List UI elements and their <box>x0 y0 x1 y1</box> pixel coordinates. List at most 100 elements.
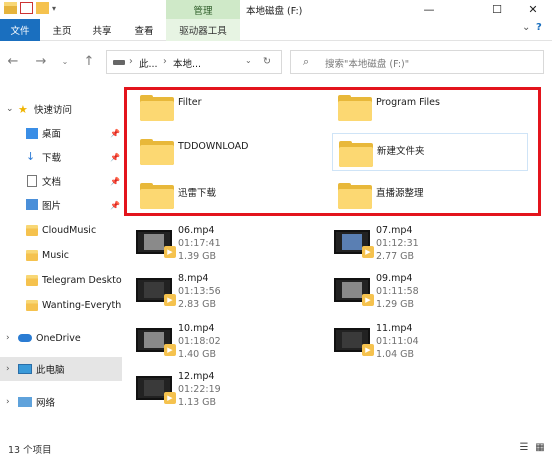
tab-view[interactable]: 查看 <box>126 19 162 41</box>
play-icon: ▶ <box>362 246 374 258</box>
star-icon: ★ <box>18 102 28 116</box>
pin-icon[interactable]: 📌 <box>110 153 120 162</box>
video-file-item[interactable]: ▶ 8.mp4 01:13:56 2.83 GB <box>136 270 336 316</box>
help-icon[interactable]: ? <box>536 22 542 33</box>
play-icon: ▶ <box>362 344 374 356</box>
folder-icon <box>26 275 38 286</box>
title-bar: ▾ 管理 本地磁盘 (F:) — ☐ ✕ <box>0 0 552 19</box>
breadcrumb-local-disk[interactable]: 本地... <box>173 56 201 70</box>
address-row: ← → ⌄ ↑ › 此... › 本地... ⌄ ↻ ⌕ 搜索"本地磁盘 (F:… <box>0 42 552 82</box>
tab-share[interactable]: 共享 <box>84 19 120 41</box>
forward-arrow-icon[interactable]: → <box>32 52 50 70</box>
video-thumbnail: ▶ <box>136 278 176 306</box>
nav-this-pc[interactable]: › 此电脑 <box>0 357 122 381</box>
back-arrow-icon[interactable]: ← <box>4 52 22 70</box>
video-thumbnail: ▶ <box>136 328 176 356</box>
pin-icon[interactable]: 📌 <box>110 201 120 210</box>
chevron-right-icon[interactable]: › <box>6 364 10 374</box>
folder-icon <box>140 139 174 165</box>
folder-item[interactable]: TDDOWNLOAD <box>134 133 324 167</box>
nav-documents[interactable]: 文档 📌 <box>0 169 122 193</box>
folder-icon <box>140 95 174 121</box>
ribbon-tabs: 文件 主页 共享 查看 驱动器工具 ⌄ ? <box>0 19 552 41</box>
folder-icon <box>140 183 174 209</box>
quick-access-toolbar: ▾ <box>4 2 56 14</box>
minimize-button[interactable]: — <box>412 0 446 19</box>
chevron-right-icon[interactable]: › <box>6 397 10 407</box>
nav-onedrive[interactable]: › OneDrive <box>0 326 122 350</box>
folder-item[interactable]: 直播源整理 <box>332 177 528 211</box>
new-folder-icon[interactable] <box>36 2 49 14</box>
nav-telegram[interactable]: Telegram Deskto <box>0 268 122 292</box>
nav-pictures[interactable]: 图片 📌 <box>0 193 122 217</box>
nav-network[interactable]: › 网络 <box>0 390 122 414</box>
play-icon: ▶ <box>164 392 176 404</box>
video-file-item[interactable]: ▶ 11.mp4 01:11:04 1.04 GB <box>334 320 534 366</box>
tab-drive-tools[interactable]: 驱动器工具 <box>166 19 240 41</box>
nav-downloads[interactable]: ↓ 下载 📌 <box>0 145 122 169</box>
chevron-right-icon[interactable]: › <box>6 333 10 343</box>
folder-icon[interactable] <box>4 2 17 14</box>
nav-desktop[interactable]: 桌面 📌 <box>0 121 122 145</box>
folder-item-selected[interactable]: 新建文件夹 <box>332 133 528 171</box>
nav-wanting-everything[interactable]: Wanting-Everythi <box>0 293 122 317</box>
folder-item[interactable]: Program Files <box>332 89 528 123</box>
item-count: 13 个项目 <box>8 445 52 456</box>
nav-cloudmusic[interactable]: CloudMusic <box>0 218 122 242</box>
pictures-icon <box>26 199 38 210</box>
window-title: 本地磁盘 (F:) <box>246 6 303 17</box>
expand-ribbon-icon[interactable]: ⌄ <box>522 22 530 33</box>
status-bar: 13 个项目 ☰ ▦ <box>0 438 552 456</box>
chevron-down-icon[interactable]: ⌄ <box>6 104 14 114</box>
network-icon <box>18 397 32 407</box>
properties-icon[interactable] <box>20 2 33 14</box>
address-dropdown-icon[interactable]: ⌄ <box>245 56 252 65</box>
navigation-pane: ⌄ ★ 快速访问 桌面 📌 ↓ 下载 📌 文档 📌 图片 📌 CloudMusi… <box>0 90 122 438</box>
document-icon <box>27 175 37 187</box>
search-placeholder: 搜索"本地磁盘 (F:)" <box>325 59 410 70</box>
close-button[interactable]: ✕ <box>516 0 550 19</box>
desktop-icon <box>26 128 38 139</box>
play-icon: ▶ <box>164 246 176 258</box>
tab-file[interactable]: 文件 <box>0 19 40 41</box>
video-file-item[interactable]: ▶ 07.mp4 01:12:31 2.77 GB <box>334 222 534 268</box>
breadcrumb-this-pc[interactable]: 此... <box>139 56 158 70</box>
video-file-item[interactable]: ▶ 09.mp4 01:11:58 1.29 GB <box>334 270 534 316</box>
video-thumbnail: ▶ <box>334 278 374 306</box>
folder-icon <box>339 141 373 167</box>
folder-icon <box>26 225 38 236</box>
video-file-item[interactable]: ▶ 06.mp4 01:17:41 1.39 GB <box>136 222 336 268</box>
computer-icon <box>18 364 32 374</box>
video-file-item[interactable]: ▶ 12.mp4 01:22:19 1.13 GB <box>136 368 336 414</box>
details-view-icon[interactable]: ☰ <box>518 441 530 453</box>
refresh-icon[interactable]: ↻ <box>263 56 271 67</box>
folder-icon <box>338 95 372 121</box>
manage-group-label[interactable]: 管理 <box>166 0 240 19</box>
nav-quick-access[interactable]: ⌄ ★ 快速访问 <box>0 97 122 121</box>
folder-icon <box>26 300 38 311</box>
search-input[interactable]: ⌕ 搜索"本地磁盘 (F:)" <box>290 50 544 74</box>
large-icons-view-icon[interactable]: ▦ <box>534 441 546 453</box>
qat-dropdown-icon[interactable]: ▾ <box>52 4 56 13</box>
pin-icon[interactable]: 📌 <box>110 129 120 138</box>
play-icon: ▶ <box>362 294 374 306</box>
up-arrow-icon[interactable]: ↑ <box>80 52 98 70</box>
video-file-item[interactable]: ▶ 10.mp4 01:18:02 1.40 GB <box>136 320 336 366</box>
folder-item[interactable]: 迅雷下载 <box>134 177 324 211</box>
recent-locations-icon[interactable]: ⌄ <box>56 52 74 70</box>
drive-icon <box>113 60 125 65</box>
video-thumbnail: ▶ <box>334 230 374 258</box>
folder-item[interactable]: Filter <box>134 89 324 123</box>
search-icon: ⌕ <box>303 55 310 68</box>
download-icon: ↓ <box>26 150 36 163</box>
folder-icon <box>26 250 38 261</box>
video-thumbnail: ▶ <box>136 376 176 404</box>
maximize-button[interactable]: ☐ <box>480 0 514 19</box>
pin-icon[interactable]: 📌 <box>110 177 120 186</box>
address-bar[interactable]: › 此... › 本地... ⌄ ↻ <box>106 50 282 74</box>
video-thumbnail: ▶ <box>136 230 176 258</box>
cloud-icon <box>18 334 32 342</box>
nav-music[interactable]: Music <box>0 243 122 267</box>
tab-home[interactable]: 主页 <box>44 19 80 41</box>
play-icon: ▶ <box>164 294 176 306</box>
